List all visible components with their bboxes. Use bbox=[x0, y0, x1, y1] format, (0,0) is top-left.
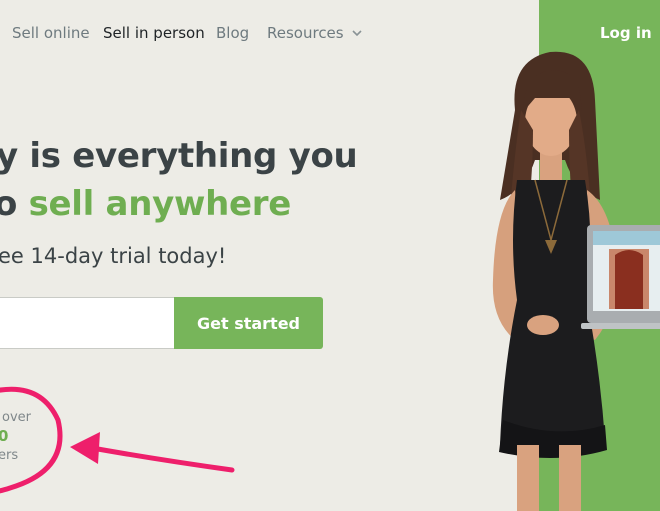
nav-resources-label: Resources bbox=[267, 24, 344, 42]
trust-line-3: ers bbox=[0, 448, 19, 463]
hero-headline: y is everything you o sell anywhere bbox=[0, 132, 380, 228]
chevron-down-icon bbox=[352, 30, 362, 36]
trust-statement: over 0 ers bbox=[0, 408, 31, 465]
headline-prefix: o bbox=[0, 184, 18, 224]
merchant-count: 0 bbox=[0, 427, 9, 445]
headline-line-2: o sell anywhere bbox=[0, 180, 380, 228]
get-started-button[interactable]: Get started bbox=[174, 297, 323, 349]
trust-line-1: over bbox=[2, 410, 31, 425]
nav-sell-in-person[interactable]: Sell in person bbox=[103, 24, 205, 42]
headline-highlight: sell anywhere bbox=[28, 184, 292, 224]
nav-sell-online[interactable]: Sell online bbox=[12, 24, 90, 42]
email-field[interactable] bbox=[0, 297, 174, 349]
headline-line-1: y is everything you bbox=[0, 136, 358, 176]
nav-resources[interactable]: Resources bbox=[267, 24, 362, 42]
hero-person-illustration bbox=[492, 51, 660, 511]
nav-blog[interactable]: Blog bbox=[216, 24, 249, 42]
hero-subhead: ee 14-day trial today! bbox=[0, 244, 227, 268]
